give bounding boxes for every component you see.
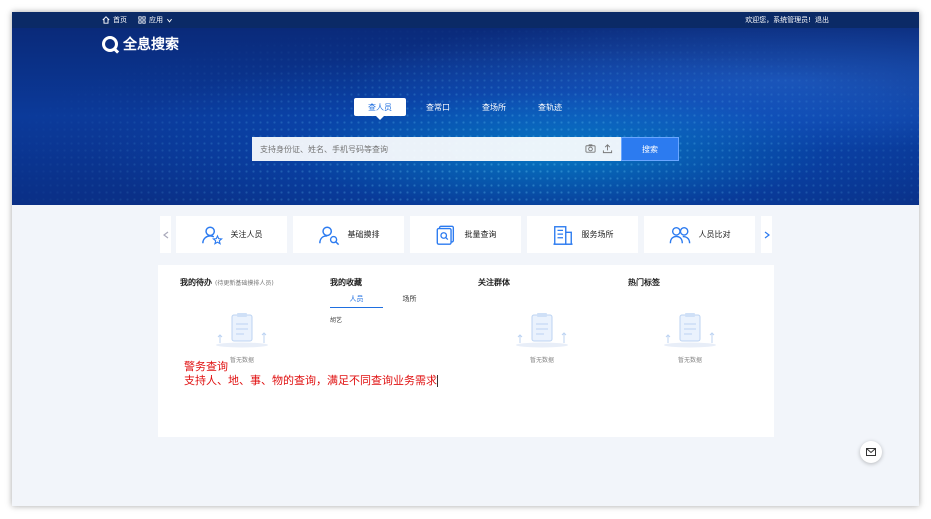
- tags-empty-state: 暂无数据: [650, 309, 730, 364]
- home-icon: [102, 16, 110, 24]
- quick-item-label: 人员比对: [698, 230, 731, 239]
- callout-description-text: 支持人、地、事、物的查询，满足不同查询业务需求: [184, 374, 437, 387]
- empty-clipboard-icon: [516, 313, 568, 348]
- batch-query-icon: [436, 225, 454, 245]
- quick-access-bar: 关注人员 基础摸排 批量查询 服务场所 人员比对: [160, 216, 772, 253]
- quick-item-label: 批量查询: [464, 230, 497, 239]
- groups-empty-state: 暂无数据: [502, 309, 582, 364]
- upload-icon[interactable]: [602, 143, 613, 154]
- building-icon: [552, 225, 573, 245]
- favorites-tab-places[interactable]: 场所: [383, 294, 436, 308]
- favorites-tabs: 人员 场所: [330, 294, 436, 308]
- logo-search-icon: [102, 36, 118, 52]
- todo-title-text: 我的待办: [180, 278, 212, 287]
- feature-callout: 警务查询 支持人、地、事、物的查询，满足不同查询业务需求: [184, 360, 464, 388]
- camera-icon[interactable]: [585, 143, 596, 154]
- app-window: 首页 应用 欢迎您，系统管理员! 退出 全息搜索 查人员 查常口 查场所 查轨迹: [12, 12, 919, 506]
- search-input[interactable]: [252, 137, 621, 161]
- top-bar: 首页 应用 欢迎您，系统管理员! 退出: [12, 12, 919, 28]
- dashboard-panel: 我的待办 (待更新基础摸排人员) 暂无数据 我的收藏 人员 场所 胡艺 关注群体 …: [158, 265, 774, 437]
- page-title: 全息搜索: [123, 37, 179, 53]
- quick-item-service-venue[interactable]: 服务场所: [527, 216, 638, 253]
- welcome-text: 欢迎您，系统管理员!: [745, 16, 811, 24]
- scroll-right-button[interactable]: [761, 216, 772, 253]
- todo-empty-state: 暂无数据: [202, 309, 282, 364]
- scroll-left-button[interactable]: [160, 216, 171, 253]
- quick-item-followed-persons[interactable]: 关注人员: [176, 216, 287, 253]
- callout-description: 支持人、地、事、物的查询，满足不同查询业务需求: [184, 374, 464, 388]
- tab-person[interactable]: 查人员: [354, 98, 406, 120]
- search-button[interactable]: 搜索: [621, 137, 679, 161]
- favorite-entry[interactable]: 胡艺: [330, 315, 342, 324]
- logout-link[interactable]: 退出: [815, 15, 829, 25]
- chevron-right-icon: [764, 231, 770, 238]
- todo-title: 我的待办 (待更新基础摸排人员): [180, 277, 274, 288]
- search-tools: [585, 143, 613, 154]
- chevron-left-icon: [162, 231, 168, 238]
- people-compare-icon: [669, 226, 690, 243]
- tags-title: 热门标签: [628, 278, 660, 287]
- quick-item-label: 基础摸排: [347, 230, 380, 239]
- quick-item-label: 服务场所: [581, 230, 614, 239]
- hero-dot-pattern: [12, 28, 919, 205]
- todo-subtitle: (待更新基础摸排人员): [215, 280, 274, 287]
- tab-place[interactable]: 查场所: [466, 98, 522, 116]
- hero-banner: 全息搜索 查人员 查常口 查场所 查轨迹 搜索: [12, 28, 919, 205]
- text-cursor: [437, 375, 438, 387]
- groups-title: 关注群体: [478, 278, 510, 287]
- person-search-icon: [318, 225, 339, 245]
- user-area: 欢迎您，系统管理员! 退出: [745, 15, 829, 25]
- search-tabs: 查人员 查常口 查场所 查轨迹: [354, 98, 578, 120]
- chevron-down-icon: [167, 18, 172, 23]
- quick-item-person-compare[interactable]: 人员比对: [644, 216, 755, 253]
- home-label: 首页: [113, 16, 127, 24]
- mail-icon: [866, 448, 876, 456]
- empty-clipboard-icon: [664, 313, 716, 348]
- callout-title: 警务查询: [184, 360, 228, 373]
- search-bar: 搜索: [252, 137, 679, 161]
- empty-clipboard-icon: [216, 313, 268, 348]
- favorites-tab-persons[interactable]: 人员: [330, 294, 383, 308]
- app-logo: 全息搜索: [102, 34, 179, 54]
- quick-item-batch-query[interactable]: 批量查询: [410, 216, 521, 253]
- person-star-icon: [201, 225, 223, 245]
- apps-label: 应用: [149, 16, 163, 24]
- quick-item-label: 关注人员: [230, 230, 263, 239]
- groups-empty-text: 暂无数据: [529, 357, 554, 364]
- favorites-title: 我的收藏: [330, 278, 362, 287]
- tab-track[interactable]: 查轨迹: [522, 98, 578, 116]
- message-button[interactable]: [860, 441, 882, 463]
- grid-icon: [138, 16, 146, 24]
- quick-item-basic-survey[interactable]: 基础摸排: [293, 216, 404, 253]
- tags-empty-text: 暂无数据: [677, 357, 702, 364]
- apps-menu[interactable]: 应用: [138, 15, 173, 25]
- tab-resident[interactable]: 查常口: [410, 98, 466, 116]
- home-link[interactable]: 首页: [102, 15, 127, 25]
